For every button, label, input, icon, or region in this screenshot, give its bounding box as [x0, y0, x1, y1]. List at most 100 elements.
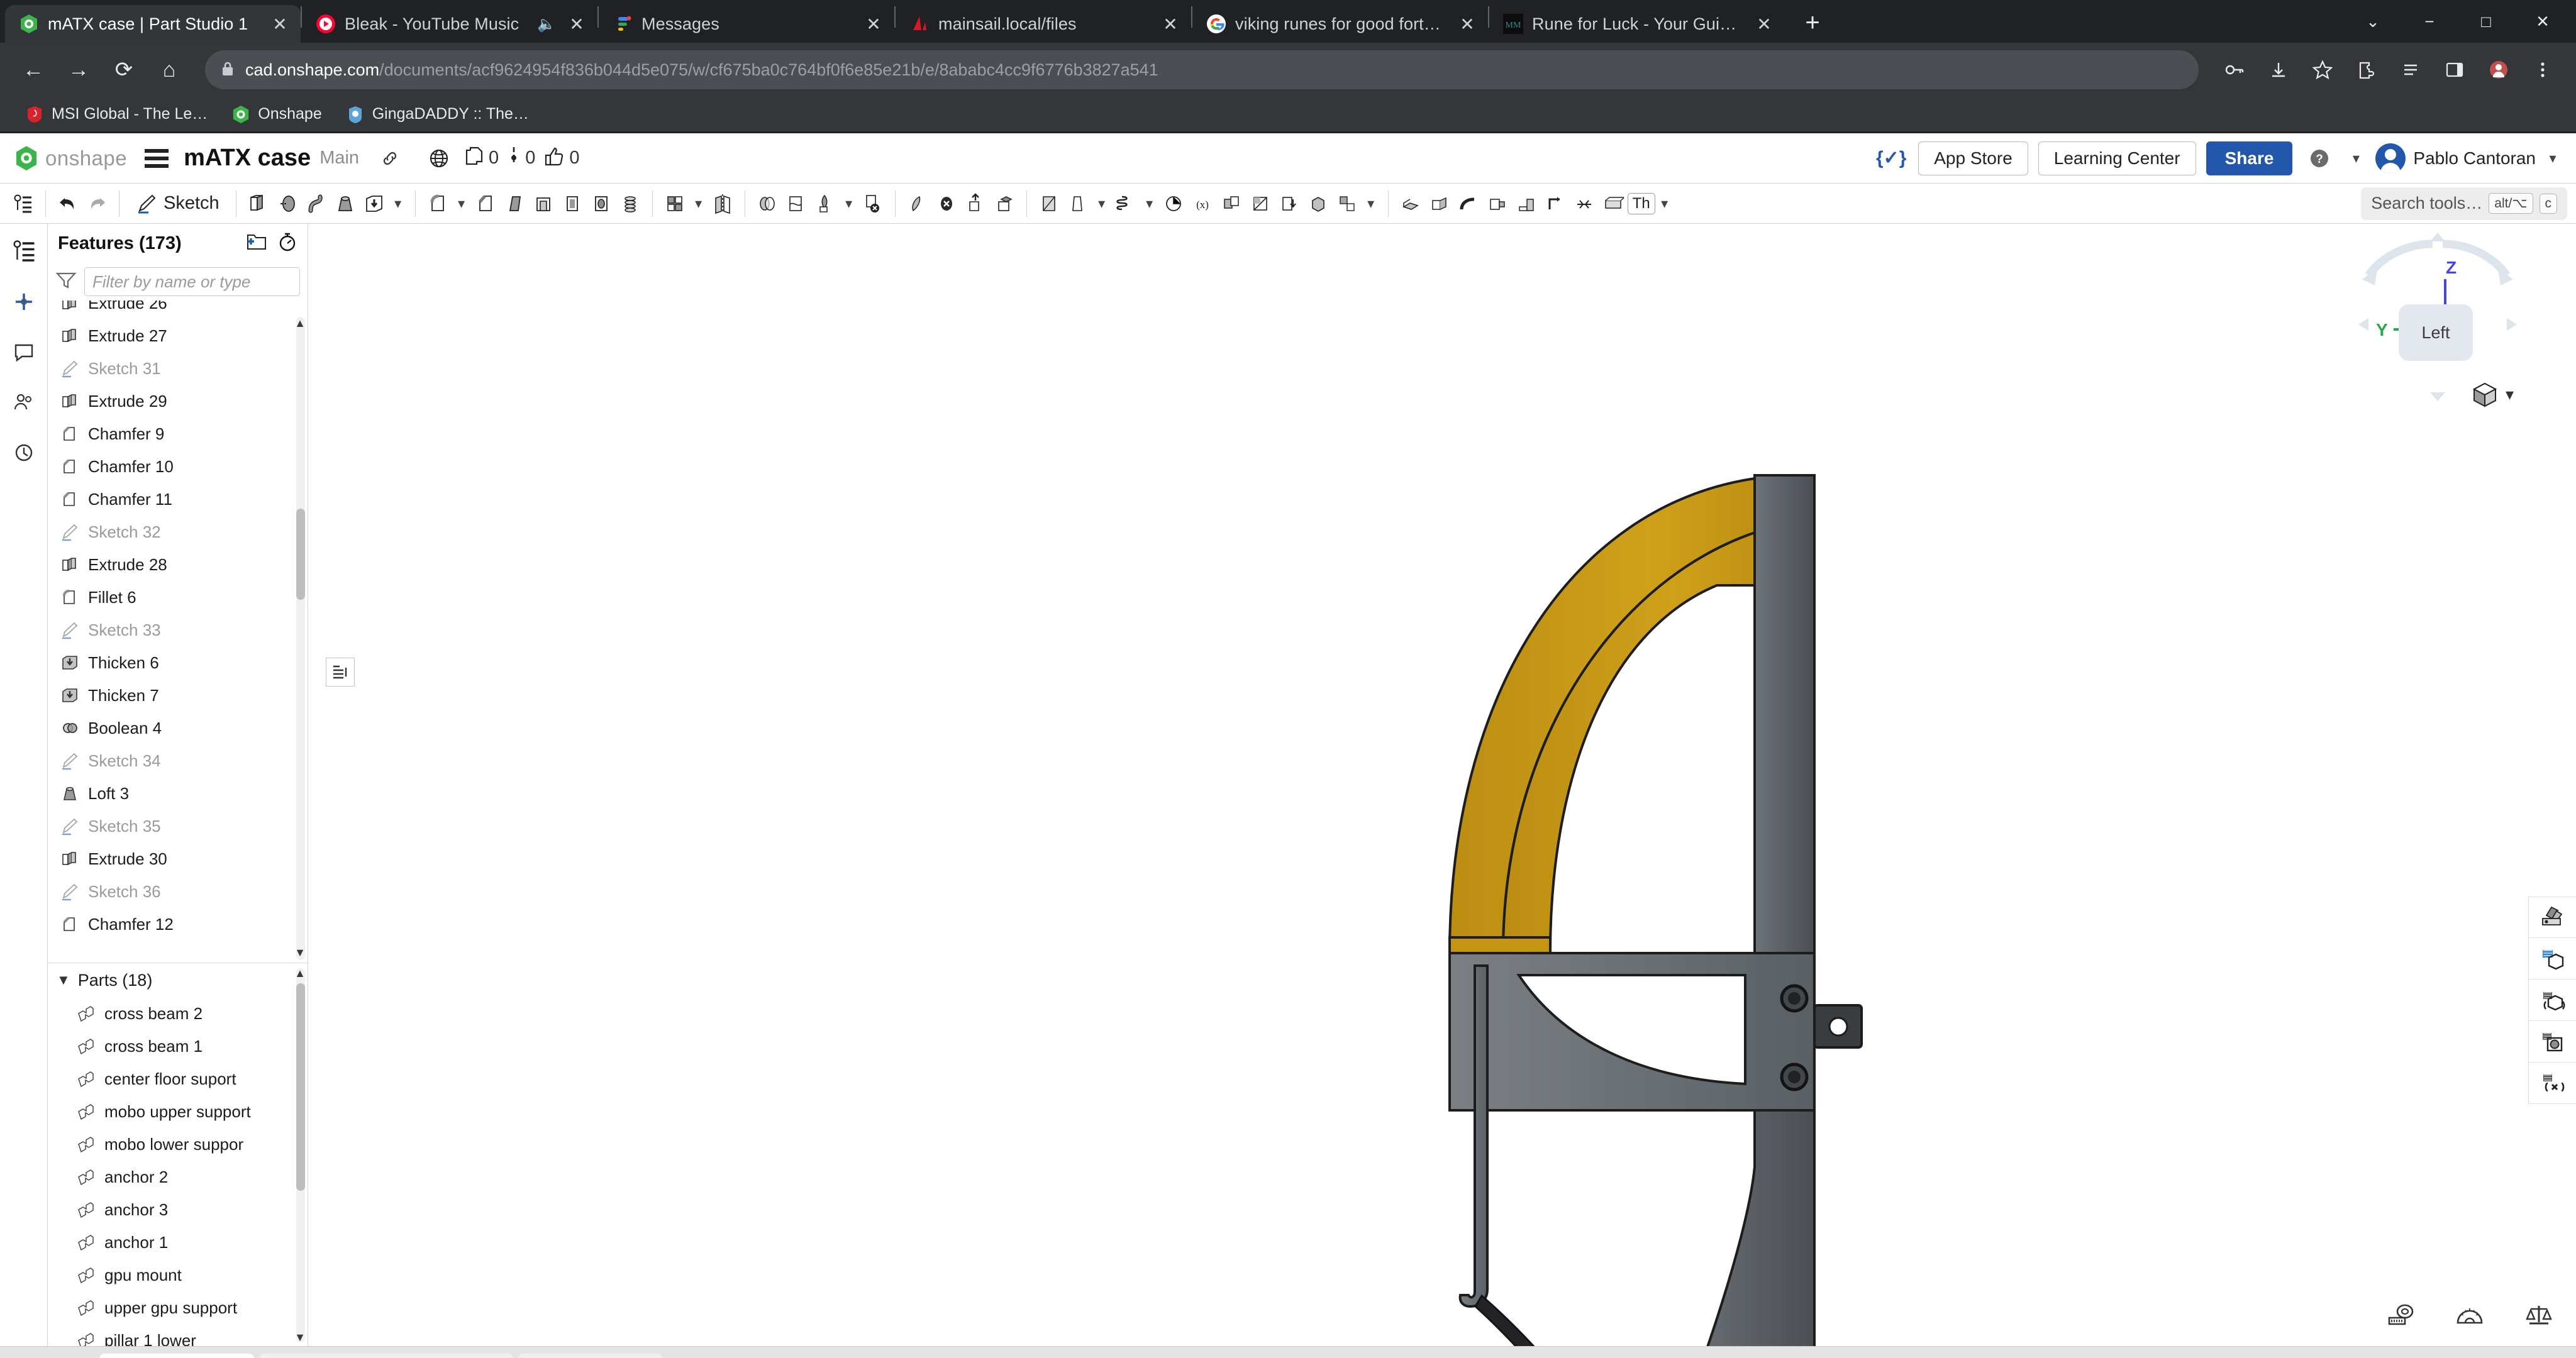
chevron-down-icon[interactable]: ▾ [840, 188, 858, 219]
audio-playing-icon[interactable]: 🔈 [536, 15, 557, 33]
render-sphere-icon[interactable] [2529, 1021, 2576, 1063]
parts-scrollbar[interactable] [296, 968, 305, 1342]
arrow-right-icon[interactable] [2507, 318, 2517, 331]
chevron-down-icon[interactable]: ▾ [2506, 385, 2514, 404]
weld-icon[interactable] [1570, 188, 1599, 219]
browser-tab[interactable]: Bleak - YouTube Music 🔈 ✕ [302, 5, 597, 43]
part-row[interactable]: cross beam 1 [48, 1030, 308, 1063]
browser-tab[interactable]: mATX case | Part Studio 1 ✕ [5, 5, 301, 43]
section-view-icon[interactable] [1246, 188, 1275, 219]
move-face-icon[interactable] [903, 188, 932, 219]
fillet-icon[interactable] [423, 188, 452, 219]
mirror-icon[interactable] [708, 188, 737, 219]
scrollbar-thumb[interactable] [296, 509, 305, 600]
filter-icon[interactable] [55, 271, 77, 293]
feature-row[interactable]: Chamfer 9 [48, 417, 308, 450]
tab-search-icon[interactable] [9, 1346, 54, 1358]
scroll-up-icon[interactable]: ▲ [294, 317, 306, 329]
chevron-down-icon[interactable]: ▾ [1655, 188, 1674, 219]
scroll-down-icon[interactable]: ▼ [294, 946, 306, 959]
offset-face-icon[interactable] [990, 188, 1019, 219]
shell-icon[interactable] [529, 188, 558, 219]
bookmark-item[interactable]: Onshape [223, 101, 330, 128]
bottom-tab[interactable]: Part Studio 1 [99, 1354, 255, 1358]
arrow-up-icon[interactable] [2430, 233, 2445, 241]
minimize-icon[interactable]: − [2401, 0, 2458, 43]
add-tab-button[interactable]: + [54, 1346, 99, 1358]
install-app-icon[interactable] [2259, 50, 2298, 89]
part-row[interactable]: cross beam 2 [48, 997, 308, 1030]
copy-count[interactable]: 0 [465, 146, 499, 170]
rotate-ccw-arc-icon[interactable] [2365, 240, 2433, 278]
transform-icon[interactable] [811, 188, 840, 219]
view-cube[interactable]: Left Z Y ▾ [2324, 230, 2551, 419]
composite-part-icon[interactable] [1217, 188, 1246, 219]
overflow-menu-icon[interactable] [2523, 50, 2562, 89]
sidepanel-icon[interactable] [2435, 50, 2474, 89]
helix-icon[interactable] [1111, 188, 1140, 219]
feature-row[interactable]: Thicken 7 [48, 679, 308, 712]
search-tools-input[interactable]: Search tools… alt/⌥ c [2361, 187, 2567, 220]
part-row[interactable]: mobo lower suppor [48, 1128, 308, 1161]
close-icon[interactable]: ✕ [1457, 14, 1478, 35]
main-menu-button[interactable] [145, 148, 169, 168]
like-count[interactable]: 0 [544, 146, 579, 170]
cad-model-viewport[interactable] [308, 224, 2576, 1346]
bookmark-item[interactable]: MSI Global - The Le… [16, 101, 216, 128]
scrollbar[interactable] [296, 317, 305, 960]
thread-icon[interactable] [616, 188, 645, 219]
feature-list[interactable]: Extrude 26 Extrude 27 Sketch 31 Extrude 29 C… [48, 301, 308, 963]
draft-icon[interactable] [500, 188, 529, 219]
chevron-down-icon[interactable]: ⌄ [2345, 0, 2401, 43]
new-folder-icon[interactable] [246, 232, 267, 255]
onshape-logo[interactable]: onshape [14, 145, 127, 172]
mass-properties-icon[interactable] [2524, 1303, 2553, 1331]
simulation-icon[interactable] [2529, 980, 2576, 1021]
thickness-field[interactable]: Th [1627, 192, 1655, 214]
feature-row[interactable]: Extrude 29 [48, 385, 308, 417]
part-row[interactable]: pillar 1 lower [48, 1324, 308, 1346]
feature-row[interactable]: Sketch 35 [48, 810, 308, 842]
feature-row[interactable]: Extrude 26 [48, 301, 308, 319]
sketch-plane-icon[interactable] [1063, 188, 1092, 219]
branch-label[interactable]: Main [319, 148, 359, 168]
parts-header[interactable]: ▼ Parts (18) [48, 963, 308, 997]
feature-row[interactable]: Boolean 4 [48, 712, 308, 744]
part-row[interactable]: anchor 3 [48, 1193, 308, 1226]
browser-tab[interactable]: Messages ✕ [599, 5, 894, 43]
back-icon[interactable]: ← [14, 50, 53, 89]
featurescript-cube-icon[interactable] [2529, 1063, 2576, 1104]
group-icon[interactable] [1333, 188, 1362, 219]
chevron-down-icon[interactable]: ▾ [389, 188, 408, 219]
corner-icon[interactable] [1541, 188, 1570, 219]
chevron-down-icon[interactable]: ▾ [2346, 143, 2365, 174]
chamfer-icon[interactable] [471, 188, 500, 219]
part-row[interactable]: gpu mount [48, 1259, 308, 1291]
chevron-down-icon[interactable]: ▾ [1362, 188, 1380, 219]
feature-row[interactable]: Sketch 36 [48, 875, 308, 908]
comment-count[interactable]: 0 [508, 146, 535, 170]
view-cube-face[interactable]: Left [2399, 304, 2473, 361]
feature-row[interactable]: Fillet 6 [48, 581, 308, 614]
loft-icon[interactable] [331, 188, 360, 219]
chevron-down-icon[interactable]: ▾ [689, 188, 708, 219]
chevron-down-icon[interactable]: ▾ [1140, 188, 1159, 219]
feature-row[interactable]: Chamfer 12 [48, 908, 308, 941]
plane-icon[interactable] [1035, 188, 1063, 219]
feature-row[interactable]: Extrude 30 [48, 842, 308, 875]
maximize-icon[interactable]: □ [2458, 0, 2514, 43]
browser-tab[interactable]: mainsail.local/files ✕ [896, 5, 1191, 43]
feature-row[interactable]: Loft 3 [48, 777, 308, 810]
thicken-icon[interactable] [360, 188, 389, 219]
close-icon[interactable]: ✕ [566, 14, 587, 35]
feature-row[interactable]: Chamfer 10 [48, 450, 308, 483]
rib-icon[interactable] [558, 188, 587, 219]
close-icon[interactable]: ✕ [1753, 14, 1775, 35]
address-bar[interactable]: cad.onshape.com/documents/acf9624954f836… [205, 50, 2199, 89]
flatten-icon[interactable] [1599, 188, 1628, 219]
part-row[interactable]: mobo upper support [48, 1095, 308, 1128]
import-icon[interactable] [1275, 188, 1304, 219]
browser-tab[interactable]: viking runes for good fortune - G ✕ [1192, 5, 1488, 43]
split-icon[interactable] [782, 188, 811, 219]
featurescript-icon[interactable]: {✓} [1874, 141, 1908, 175]
